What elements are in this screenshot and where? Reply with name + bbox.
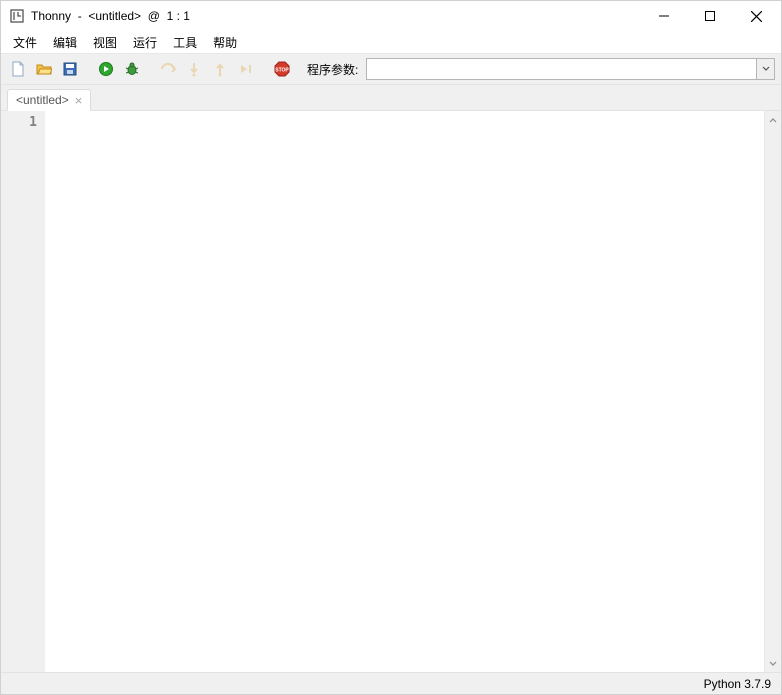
open-file-button[interactable]	[33, 58, 55, 80]
save-file-button[interactable]	[59, 58, 81, 80]
open-folder-icon	[36, 61, 52, 77]
program-args-combo	[366, 58, 775, 80]
editor-tab[interactable]: <untitled> ×	[7, 89, 91, 111]
step-over-icon	[160, 61, 176, 77]
maximize-icon	[705, 11, 715, 21]
chevron-up-icon	[769, 116, 777, 124]
menu-edit[interactable]: 编辑	[45, 32, 85, 53]
run-button[interactable]	[95, 58, 117, 80]
vertical-scrollbar[interactable]	[764, 111, 781, 672]
minimize-icon	[659, 11, 669, 21]
program-args-label: 程序参数:	[307, 61, 358, 78]
stop-button[interactable]: STOP	[271, 58, 293, 80]
stop-icon: STOP	[274, 61, 290, 77]
status-bar: Python 3.7.9	[1, 672, 781, 694]
program-args-input[interactable]	[367, 59, 756, 79]
step-over-button[interactable]	[157, 58, 179, 80]
maximize-button[interactable]	[687, 1, 733, 31]
new-file-button[interactable]	[7, 58, 29, 80]
window-controls	[641, 1, 779, 31]
step-into-button[interactable]	[183, 58, 205, 80]
menu-help[interactable]: 帮助	[205, 32, 245, 53]
title-bar: Thonny - <untitled> @ 1 : 1	[1, 1, 781, 31]
toolbar: STOP 程序参数:	[1, 53, 781, 85]
bug-icon	[124, 61, 140, 77]
menu-file[interactable]: 文件	[5, 32, 45, 53]
line-number: 1	[1, 115, 37, 130]
scroll-up-button[interactable]	[765, 111, 781, 128]
tab-close-button[interactable]: ×	[75, 94, 83, 107]
menu-bar: 文件 编辑 视图 运行 工具 帮助	[1, 31, 781, 53]
debug-button[interactable]	[121, 58, 143, 80]
scroll-down-button[interactable]	[765, 655, 781, 672]
line-number-gutter: 1	[1, 111, 45, 672]
save-icon	[62, 61, 78, 77]
step-into-icon	[186, 61, 202, 77]
interpreter-label[interactable]: Python 3.7.9	[704, 677, 771, 691]
step-out-button[interactable]	[209, 58, 231, 80]
close-button[interactable]	[733, 1, 779, 31]
editor-area: 1	[1, 111, 781, 672]
app-icon	[9, 8, 25, 24]
tab-strip: <untitled> ×	[1, 85, 781, 111]
program-args-dropdown[interactable]	[756, 59, 774, 79]
code-editor[interactable]	[45, 111, 764, 672]
chevron-down-icon	[769, 660, 777, 668]
play-icon	[98, 61, 114, 77]
editor-tab-label: <untitled>	[16, 93, 69, 107]
resume-button[interactable]	[235, 58, 257, 80]
menu-view[interactable]: 视图	[85, 32, 125, 53]
minimize-button[interactable]	[641, 1, 687, 31]
new-file-icon	[10, 61, 26, 77]
svg-text:STOP: STOP	[275, 68, 289, 74]
window-title: Thonny - <untitled> @ 1 : 1	[31, 9, 190, 23]
menu-run[interactable]: 运行	[125, 32, 165, 53]
step-out-icon	[212, 61, 228, 77]
scroll-track[interactable]	[765, 128, 781, 655]
resume-icon	[238, 61, 254, 77]
chevron-down-icon	[762, 65, 770, 73]
close-icon	[751, 11, 762, 22]
menu-tools[interactable]: 工具	[165, 32, 205, 53]
